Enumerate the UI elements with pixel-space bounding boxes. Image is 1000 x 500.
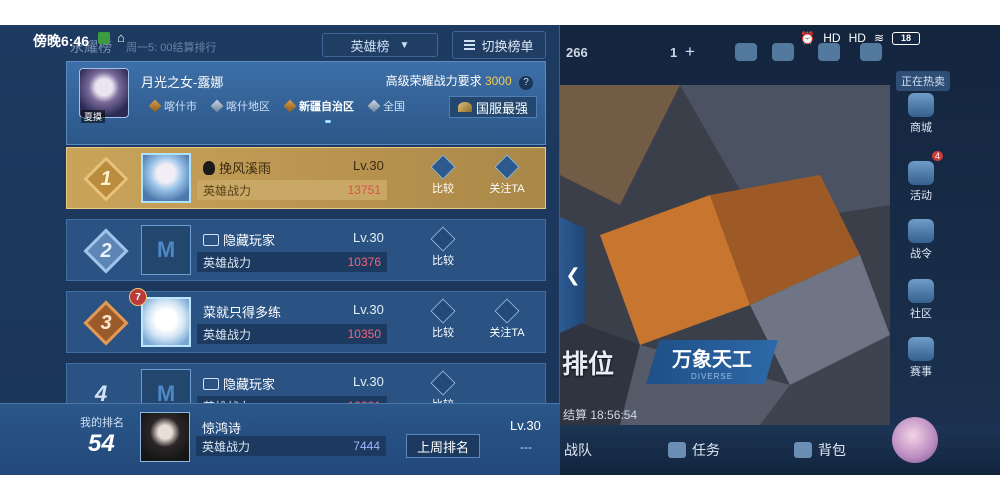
wifi-icon: ≋ xyxy=(873,31,884,45)
my-level: Lv.30 xyxy=(510,418,541,433)
activity-badge: 4 xyxy=(932,151,944,161)
nav-backpack[interactable]: 背包 xyxy=(794,440,846,460)
pet-avatar[interactable] xyxy=(892,417,938,463)
last-week-rank-button[interactable]: 上周排名 xyxy=(406,434,480,458)
qq-icon xyxy=(203,160,215,175)
power-requirement: 高级荣耀战力要求 3000 ? xyxy=(386,72,533,90)
signal-icon: HD xyxy=(848,31,866,45)
shop-icon xyxy=(908,93,934,117)
hot-sale-label[interactable]: 正在热卖 xyxy=(896,71,950,91)
player-name: 隐藏玩家 xyxy=(223,233,276,248)
rank-row-3[interactable]: 3 7 菜就只得多练 Lv.30 英雄战力 10350 比较 关注TA xyxy=(66,288,546,353)
player-name: 挽风溪雨 xyxy=(219,161,272,176)
side-item-events[interactable]: 赛事 xyxy=(898,337,944,379)
rank-2-badge: 2 xyxy=(81,226,131,276)
game-screen: 266 1 + 正在热卖 商城 活动 4 战令 社区 赛事 排位 万象天工 DI… xyxy=(0,25,1000,475)
activity-icon xyxy=(908,161,934,185)
compare-button[interactable]: 比较 xyxy=(423,226,463,268)
compare-icon xyxy=(430,298,456,324)
hidden-icon xyxy=(203,233,219,246)
compare-button[interactable]: 比较 xyxy=(423,298,463,340)
my-power-bar: 英雄战力 7444 xyxy=(196,436,386,456)
backpack-icon xyxy=(794,442,812,458)
home-icon: ⌂ xyxy=(117,30,125,45)
task-icon xyxy=(668,442,686,458)
player-level: Lv.30 xyxy=(353,158,384,173)
player-level: Lv.30 xyxy=(353,374,384,389)
battery-icon: 18 xyxy=(892,31,920,45)
follow-icon xyxy=(494,298,520,324)
rank-3-badge: 3 xyxy=(81,298,131,348)
player-avatar[interactable] xyxy=(141,297,191,347)
rank-1-badge: 1 xyxy=(81,154,131,204)
follow-icon xyxy=(494,154,520,180)
compare-button[interactable]: 比较 xyxy=(423,154,463,196)
chevron-left-icon: ❮ xyxy=(565,264,581,285)
active-region-indicator xyxy=(325,120,331,123)
my-rank-number: 54 xyxy=(88,430,115,457)
mode-button[interactable]: 万象天工 DIVERSE xyxy=(646,340,779,384)
region-tabs: 喀什市 喀什地区 新疆自治区 全国 xyxy=(148,98,405,114)
side-item-community[interactable]: 社区 xyxy=(898,279,944,321)
vip-badge: 7 xyxy=(129,288,147,306)
side-item-activity[interactable]: 活动 xyxy=(898,161,944,203)
follow-button[interactable]: 关注TA xyxy=(487,298,527,340)
notification-app-icon xyxy=(98,32,110,44)
wing-icon xyxy=(457,102,472,112)
rank-banner: 排位 万象天工 DIVERSE xyxy=(560,337,779,387)
status-bar: 傍晚6:46 ⌂ ⏰ HD HD ≋ 18 xyxy=(0,25,1000,53)
region-gem-icon xyxy=(148,99,162,113)
pass-icon xyxy=(908,219,934,243)
region-gem-icon xyxy=(210,99,224,113)
compare-icon xyxy=(430,226,456,252)
collapse-panel-button[interactable]: ❮ xyxy=(560,217,586,333)
region-tab-district[interactable]: 喀什地区 xyxy=(210,98,270,114)
skin-tag: 夏摸 xyxy=(81,110,106,123)
hidden-player-avatar: M xyxy=(141,225,191,275)
region-gem-icon xyxy=(283,99,297,113)
ranked-mode-label[interactable]: 排位 xyxy=(560,344,614,381)
help-icon[interactable]: ? xyxy=(519,76,533,90)
signal-icon: HD xyxy=(823,31,841,45)
community-icon xyxy=(908,279,934,303)
power-bar: 英雄战力 10350 xyxy=(197,324,387,344)
my-rank-label: 我的排名 xyxy=(80,417,124,429)
side-item-shop[interactable]: 商城 xyxy=(898,93,944,135)
clock: 傍晚6:46 xyxy=(33,33,90,49)
national-best-button[interactable]: 国服最强 xyxy=(449,96,537,118)
compare-icon xyxy=(430,370,456,396)
trophy-icon xyxy=(908,337,934,361)
power-bar: 英雄战力 13751 xyxy=(197,180,387,200)
rank-row-2[interactable]: 2 M 隐藏玩家 Lv.30 英雄战力 10376 比较 xyxy=(66,219,546,281)
compare-icon xyxy=(430,154,456,180)
my-avatar[interactable] xyxy=(140,412,190,462)
my-rank-change: --- xyxy=(520,440,532,454)
region-tab-city[interactable]: 喀什市 xyxy=(148,98,197,114)
nav-tasks[interactable]: 任务 xyxy=(668,440,720,460)
hero-card: 夏摸 月光之女-露娜 高级荣耀战力要求 3000 ? 喀什市 喀什地区 新疆自治… xyxy=(66,61,546,145)
ranking-panel: 永耀榜 周一5: 00结算排行 英雄榜 ▼ 切换榜单 夏摸 月光之女-露娜 高级… xyxy=(0,25,560,475)
player-level: Lv.30 xyxy=(353,230,384,245)
player-name: 隐藏玩家 xyxy=(223,377,276,392)
rank-row-1[interactable]: 1 挽风溪雨 Lv.30 英雄战力 13751 比较 关注TA xyxy=(66,147,546,209)
my-name: 惊鸿诗 xyxy=(202,421,242,436)
alarm-icon: ⏰ xyxy=(800,31,816,45)
region-gem-icon xyxy=(367,99,381,113)
player-avatar[interactable] xyxy=(141,153,191,203)
player-name: 菜就只得多练 xyxy=(203,305,282,320)
my-rank-bar: 我的排名 54 惊鸿诗 英雄战力 7444 上周排名 Lv.30 --- xyxy=(0,403,560,475)
follow-button[interactable]: 关注TA xyxy=(487,154,527,196)
season-timer: 结算 18:56:54 xyxy=(563,408,638,422)
player-level: Lv.30 xyxy=(353,302,384,317)
hidden-icon xyxy=(203,377,219,390)
region-tab-national[interactable]: 全国 xyxy=(367,98,405,114)
nav-team[interactable]: 战队 xyxy=(564,440,592,460)
power-bar: 英雄战力 10376 xyxy=(197,252,387,272)
region-tab-province[interactable]: 新疆自治区 xyxy=(283,98,354,114)
hero-name: 月光之女-露娜 xyxy=(141,75,224,90)
side-item-pass[interactable]: 战令 xyxy=(898,219,944,261)
